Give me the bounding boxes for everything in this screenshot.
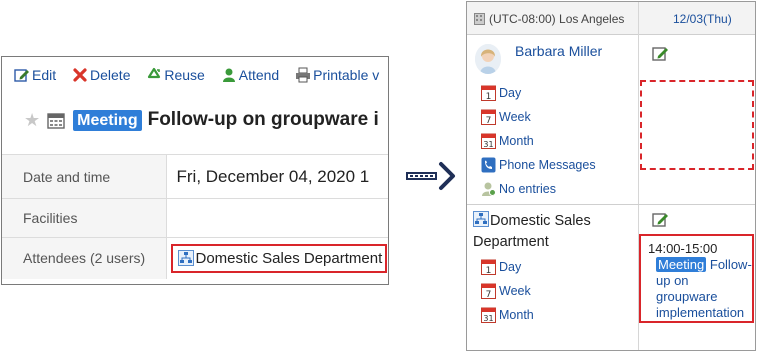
edit-label: Edit	[32, 67, 57, 83]
attendees-label: Attendees (2 users)	[2, 237, 167, 279]
dept-day-label: Day	[499, 260, 522, 274]
building-icon	[474, 13, 485, 25]
dept-month-link[interactable]: 31 Month	[481, 303, 534, 327]
schedule-detail-table: Date and time Fri, December 04, 2020 1 F…	[2, 154, 388, 279]
date-time-value: Fri, December 04, 2020 1	[166, 154, 388, 199]
day-calendar-icon: 1	[481, 85, 496, 102]
schedule-title: Follow-up on groupware i	[147, 109, 379, 130]
presence-icon	[481, 181, 496, 197]
department-cell: Domestic Sales Department	[473, 211, 623, 253]
delete-icon	[72, 67, 88, 83]
timezone-label: (UTC-08:00) Los Angeles	[489, 12, 625, 26]
calendar-header: (UTC-08:00) Los Angeles 12/03(Thu)	[467, 2, 755, 35]
schedule-event[interactable]: 14:00-15:00 Meeting Follow-up on groupwa…	[639, 234, 754, 323]
day-calendar-icon: 1	[481, 259, 496, 276]
phone-messages-link[interactable]: Phone Messages	[481, 153, 596, 177]
date-time-label: Date and time	[2, 154, 167, 199]
star-icon[interactable]: ★	[24, 111, 40, 129]
month-calendar-icon: 31	[481, 133, 496, 149]
svg-text:7: 7	[486, 290, 492, 299]
edit-button[interactable]: Edit	[14, 67, 56, 83]
presence-label: No entries	[499, 182, 556, 196]
user-name[interactable]: Barbara Miller	[515, 43, 602, 59]
event-title-block: Meeting Follow-up on groupware implement…	[656, 257, 752, 321]
week-calendar-icon: 7	[481, 109, 496, 126]
reuse-label: Reuse	[164, 67, 205, 83]
meeting-badge: Meeting	[73, 109, 142, 131]
avatar	[475, 44, 501, 74]
attend-icon	[221, 67, 237, 83]
attendee-organization[interactable]: Domestic Sales Department	[170, 243, 388, 273]
reuse-icon	[146, 67, 162, 83]
table-row: Attendees (2 users) Domestic Sales Depar…	[2, 237, 388, 279]
date-header[interactable]: 12/03(Thu)	[673, 12, 732, 26]
timezone: (UTC-08:00) Los Angeles	[474, 12, 624, 26]
dept-month-label: Month	[499, 308, 534, 322]
printable-view-label: Printable v	[313, 67, 380, 83]
svg-text:7: 7	[486, 116, 492, 125]
right-arrow-icon	[406, 160, 458, 192]
organization-icon	[473, 211, 489, 227]
svg-text:31: 31	[483, 314, 493, 323]
dept-add-schedule-icon[interactable]	[652, 211, 669, 228]
dept-week-link[interactable]: 7 Week	[481, 279, 534, 303]
week-calendar-icon: 7	[481, 283, 496, 300]
printable-view-button[interactable]: Printable v	[295, 67, 379, 83]
delete-button[interactable]: Delete	[72, 67, 130, 83]
toolbar: Edit Delete Reuse Attend Printable v	[14, 67, 388, 87]
user-cell: Barbara Miller	[475, 42, 602, 74]
facilities-value	[166, 198, 388, 238]
table-row: Date and time Fri, December 04, 2020 1	[2, 154, 388, 199]
user-add-schedule-icon[interactable]	[652, 45, 669, 62]
row-divider	[467, 204, 755, 205]
presence-status[interactable]: No entries	[481, 177, 596, 201]
phone-messages-label: Phone Messages	[499, 158, 596, 172]
user-day-link[interactable]: 1 Day	[481, 81, 596, 105]
reuse-button[interactable]: Reuse	[146, 67, 205, 83]
table-row: Facilities	[2, 198, 388, 238]
user-day-label: Day	[499, 86, 522, 100]
month-calendar-icon: 31	[481, 307, 496, 323]
attend-button[interactable]: Attend	[221, 67, 279, 83]
phone-icon	[481, 157, 496, 173]
user-links: 1 Day 7 Week 31 Month Phone Messages No …	[481, 81, 596, 201]
attend-label: Attend	[238, 67, 280, 83]
organization-icon	[177, 250, 194, 267]
user-week-link[interactable]: 7 Week	[481, 105, 596, 129]
event-meeting-badge: Meeting	[656, 257, 707, 272]
svg-text:1: 1	[486, 92, 492, 101]
department-name: Domestic Sales Department	[473, 213, 591, 250]
event-time: 14:00-15:00	[648, 241, 718, 256]
delete-label: Delete	[90, 67, 131, 83]
empty-schedule-slot	[640, 80, 754, 170]
user-month-link[interactable]: 31 Month	[481, 129, 596, 153]
department-links: 1 Day 7 Week 31 Month	[481, 255, 534, 327]
print-icon	[295, 67, 311, 83]
schedule-detail-panel: Edit Delete Reuse Attend Printable v ★ M…	[1, 56, 389, 285]
attendee-organization-name: Domestic Sales Department	[195, 249, 383, 267]
facilities-label: Facilities	[2, 198, 167, 238]
dept-week-label: Week	[499, 284, 531, 298]
dept-day-link[interactable]: 1 Day	[481, 255, 534, 279]
attendees-value: Domestic Sales Department	[166, 237, 388, 279]
calendar-panel: (UTC-08:00) Los Angeles 12/03(Thu) Barba…	[466, 1, 756, 351]
user-week-label: Week	[499, 110, 531, 124]
schedule-title-row: ★ Meeting Follow-up on groupware i	[24, 107, 379, 133]
svg-text:31: 31	[483, 140, 493, 149]
user-month-label: Month	[499, 134, 534, 148]
calendar-icon	[47, 111, 65, 129]
svg-text:1: 1	[486, 266, 492, 275]
edit-icon	[14, 67, 30, 83]
